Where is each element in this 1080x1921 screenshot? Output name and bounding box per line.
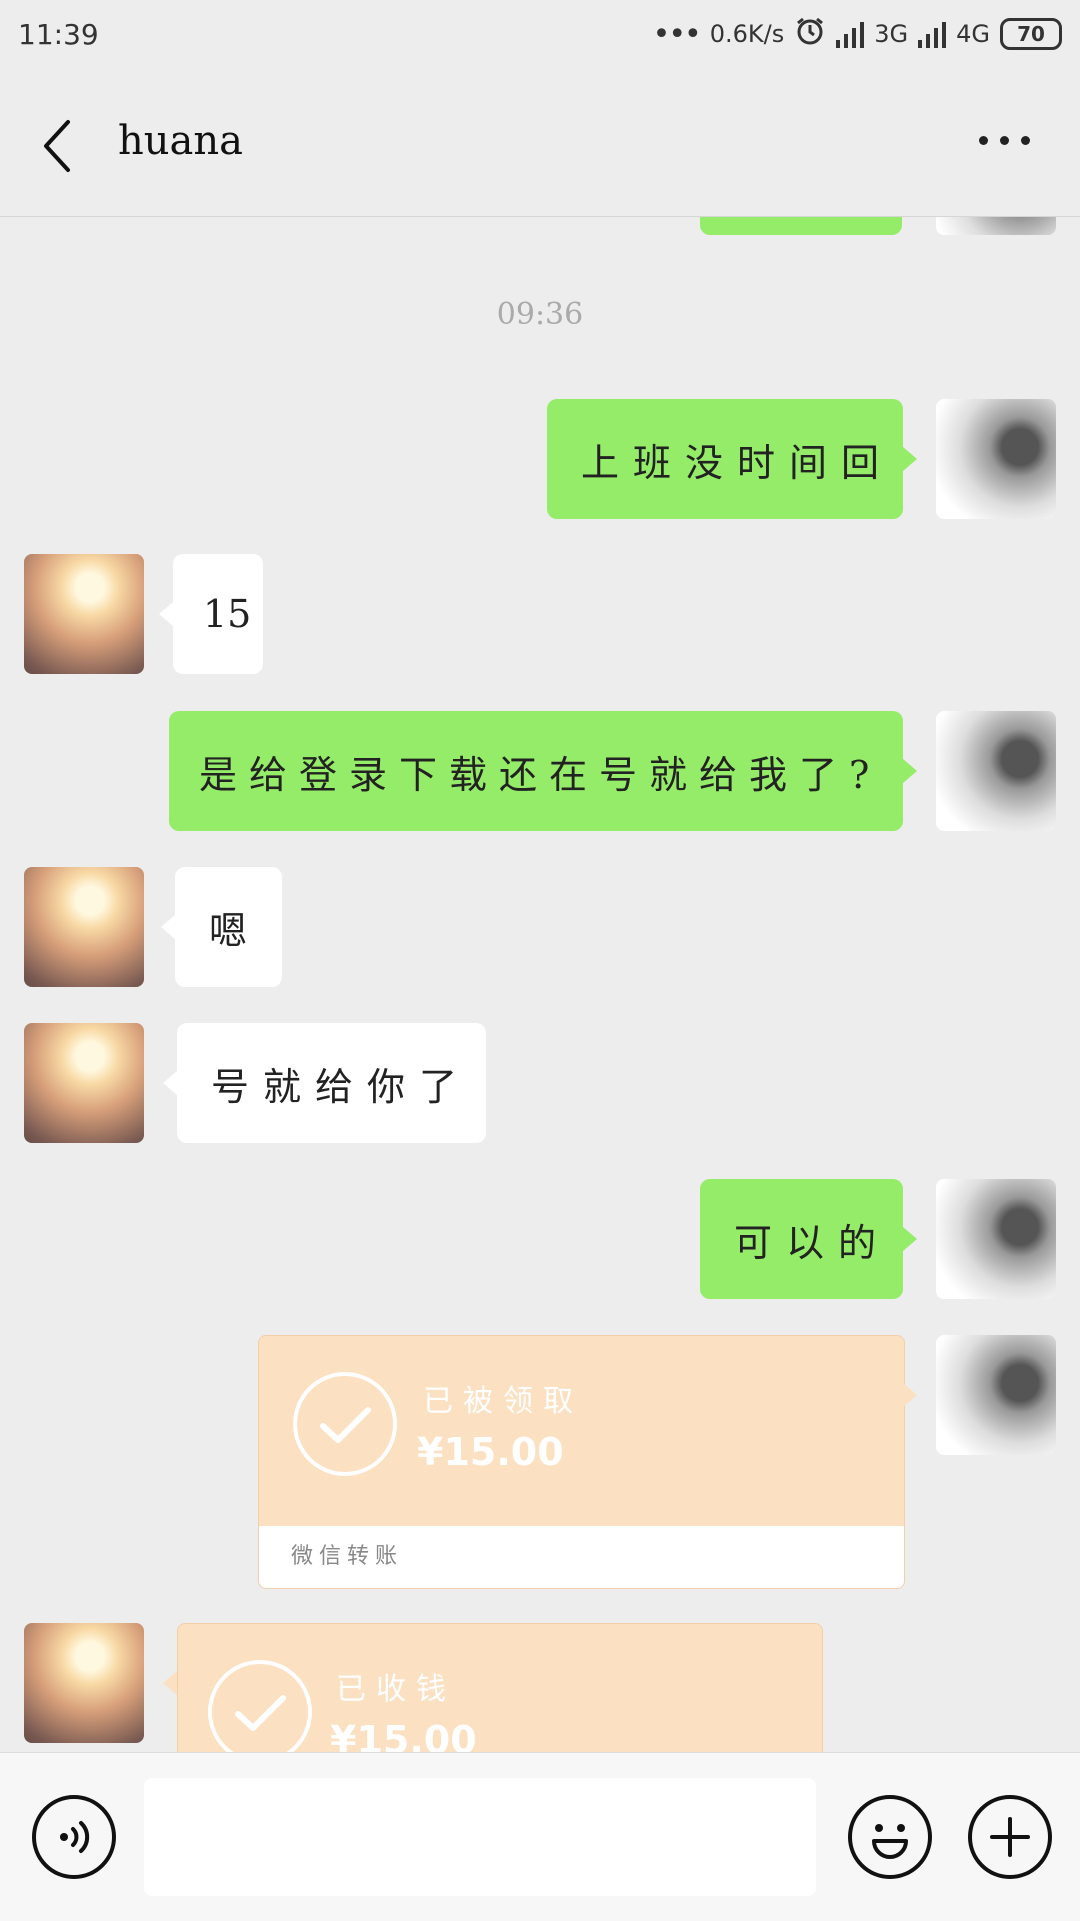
more-icon[interactable]	[979, 136, 1030, 145]
message-bubble[interactable]: 上班没时间回	[547, 399, 903, 519]
avatar-peer[interactable]	[24, 554, 144, 674]
message-bubble[interactable]: 号就给你了	[177, 1023, 486, 1143]
bubble-tail	[903, 759, 917, 783]
signal-icon-2	[918, 20, 947, 48]
chat-title: huana	[118, 118, 243, 164]
back-arrow-icon[interactable]	[30, 110, 90, 180]
status-bar: 11:39 ••• 0.6K/s 3G 4G 70	[0, 0, 1080, 70]
transfer-footer: 微信转账	[259, 1526, 904, 1588]
message-bubble-partial	[700, 217, 902, 235]
bubble-tail	[163, 1071, 177, 1095]
check-icon	[208, 1660, 312, 1752]
net-speed: 0.6K/s	[709, 20, 785, 48]
avatar-me[interactable]	[936, 217, 1056, 235]
bubble-tail	[903, 1383, 917, 1407]
emoji-icon[interactable]	[848, 1795, 932, 1879]
transfer-amount: ¥15.00	[330, 1718, 477, 1752]
avatar-peer[interactable]	[24, 1023, 144, 1143]
message-text: 是给登录下载还在号就给我了?	[199, 752, 882, 797]
avatar-me[interactable]	[936, 1335, 1056, 1455]
bubble-tail	[161, 915, 175, 939]
check-icon	[293, 1372, 397, 1476]
add-icon[interactable]	[968, 1795, 1052, 1879]
signal-icon	[836, 20, 865, 48]
battery-icon: 70	[1000, 18, 1062, 50]
transfer-amount: ¥15.00	[417, 1430, 564, 1474]
transfer-status: 已收钱	[336, 1672, 456, 1707]
message-text: 嗯	[209, 908, 262, 953]
voice-icon[interactable]	[32, 1795, 116, 1879]
net-3g: 3G	[874, 20, 909, 48]
message-text: 上班没时间回	[581, 440, 894, 485]
message-bubble[interactable]: 是给登录下载还在号就给我了?	[169, 711, 903, 831]
transfer-card[interactable]: 已收钱 ¥15.00	[177, 1623, 823, 1752]
message-bubble[interactable]: 15	[173, 554, 263, 674]
avatar-me[interactable]	[936, 1179, 1056, 1299]
bubble-tail	[903, 1227, 917, 1251]
bubble-tail	[159, 602, 173, 626]
message-text: 15	[203, 592, 252, 636]
transfer-card[interactable]: 已被领取 ¥15.00 微信转账	[258, 1335, 905, 1589]
chat-header: huana	[0, 70, 1080, 217]
avatar-me[interactable]	[936, 399, 1056, 519]
transfer-status: 已被领取	[423, 1384, 583, 1419]
message-bubble[interactable]: 可以的	[700, 1179, 903, 1299]
input-bar	[0, 1752, 1080, 1921]
avatar-peer[interactable]	[24, 867, 144, 987]
dots-icon: •••	[652, 16, 702, 52]
bubble-tail	[903, 447, 917, 471]
avatar-me[interactable]	[936, 711, 1056, 831]
message-input[interactable]	[144, 1778, 816, 1896]
alarm-icon	[794, 15, 826, 53]
message-text: 可以的	[734, 1220, 891, 1265]
status-time: 11:39	[18, 18, 99, 51]
timestamp: 09:36	[496, 297, 584, 332]
message-text: 号就给你了	[211, 1064, 472, 1109]
net-4g: 4G	[956, 20, 990, 48]
status-indicators: ••• 0.6K/s 3G 4G 70	[653, 14, 1062, 54]
bubble-tail	[163, 1671, 177, 1695]
message-bubble[interactable]: 嗯	[175, 867, 282, 987]
avatar-peer[interactable]	[24, 1623, 144, 1743]
message-list[interactable]: 09:36 上班没时间回 15 是给登录下载还在号就给我了? 嗯 号就给你了 可…	[0, 217, 1080, 1752]
